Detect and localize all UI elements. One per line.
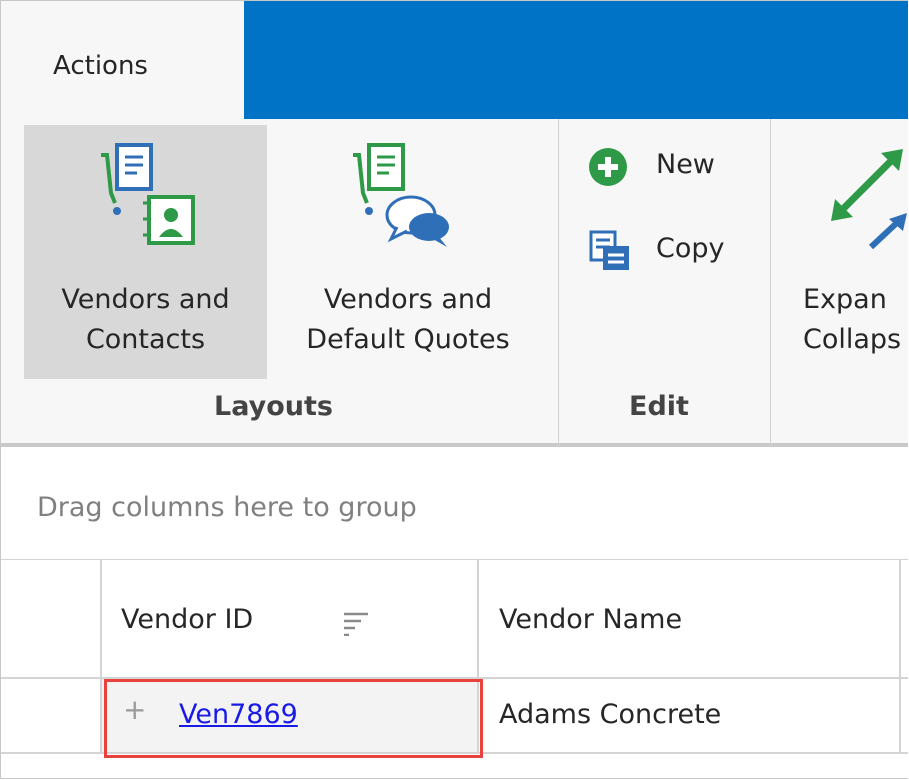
column-divider [899, 559, 901, 754]
group-by-hint: Drag columns here to group [37, 492, 417, 523]
column-divider [100, 559, 102, 754]
copy-icon [589, 230, 629, 270]
ribbon: Vendors and Contacts Vendors and Default… [1, 119, 908, 447]
tab-actions[interactable]: Actions [1, 1, 244, 119]
expand-label: Expan [803, 284, 887, 315]
vendors-and-default-quotes-button[interactable]: Vendors and Default Quotes [283, 125, 533, 379]
sort-icon[interactable] [343, 610, 369, 636]
vendors-and-default-quotes-label-2: Default Quotes [306, 324, 510, 355]
copy-button-label: Copy [656, 233, 725, 264]
vendors-and-contacts-label-1: Vendors and [61, 284, 230, 315]
expand-row-icon[interactable]: + [123, 693, 146, 726]
plus-circle-icon [589, 148, 627, 186]
expand-collapse-button[interactable]: Expan Collaps [791, 125, 908, 379]
group-label-layouts: Layouts [214, 391, 333, 422]
column-header-vendor-name[interactable]: Vendor Name [499, 604, 682, 635]
group-label-edit: Edit [629, 391, 689, 422]
table-row[interactable]: + Ven7869 Adams Concrete [1, 679, 908, 754]
copy-button[interactable]: Copy [586, 227, 746, 275]
new-button-label: New [656, 149, 715, 180]
ribbon-separator [558, 119, 559, 447]
vendors-quotes-icon [353, 143, 449, 247]
vendor-name-cell: Adams Concrete [499, 699, 722, 730]
collapse-label: Collaps [803, 324, 902, 355]
column-divider [477, 559, 479, 754]
vendor-grid: Vendor ID Vendor Name + Ven7869 Adams Co… [1, 559, 908, 779]
vendors-and-contacts-button[interactable]: Vendors and Contacts [24, 125, 267, 379]
column-header-vendor-id[interactable]: Vendor ID [121, 604, 253, 635]
group-by-panel[interactable]: Drag columns here to group [1, 447, 908, 559]
vendors-contacts-icon [101, 143, 195, 245]
grid-header-row: Vendor ID Vendor Name [1, 559, 908, 679]
vendor-id-link[interactable]: Ven7869 [179, 699, 298, 730]
vendors-and-default-quotes-label-1: Vendors and [323, 284, 493, 315]
ribbon-separator [770, 119, 771, 447]
expand-collapse-icon [831, 149, 907, 250]
new-button[interactable]: New [586, 143, 736, 191]
tab-actions-label: Actions [53, 51, 148, 81]
vendors-and-contacts-label-2: Contacts [85, 324, 206, 355]
